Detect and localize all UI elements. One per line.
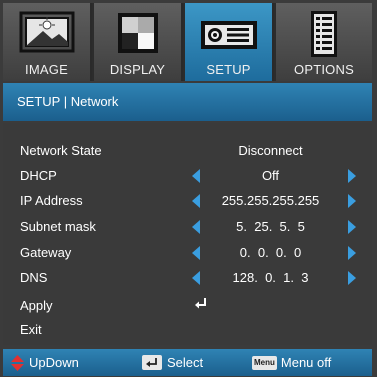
- arrow-right-icon[interactable]: [348, 194, 356, 208]
- apply-label: Apply: [20, 298, 53, 313]
- updown-icon: [11, 354, 24, 371]
- breadcrumb: SETUP | Network: [3, 83, 372, 121]
- select-label: Select: [167, 355, 204, 370]
- projector-icon: [200, 21, 257, 49]
- ip-address-row[interactable]: IP Address 255.255.255.255: [3, 190, 372, 212]
- gateway-row[interactable]: Gateway 0. 0. 0. 0: [3, 242, 372, 264]
- tab-display[interactable]: DISPLAY: [94, 3, 183, 81]
- tab-label: DISPLAY: [109, 62, 166, 77]
- network-state-label: Network State: [20, 143, 102, 158]
- arrow-left-icon[interactable]: [192, 194, 200, 208]
- settings-list: Network State Disconnect DHCP Off IP Add…: [3, 123, 372, 345]
- network-state-value: Disconnect: [238, 143, 303, 158]
- osd-menu: IMAGE DISPLAY SETUP OPTIONS SETUP | Netw…: [0, 0, 377, 377]
- enter-icon[interactable]: [194, 297, 208, 311]
- exit-row[interactable]: Exit: [3, 319, 372, 341]
- enter-key-icon: [142, 355, 162, 370]
- updown-hint: UpDown: [11, 349, 79, 376]
- display-icon: [117, 13, 158, 53]
- menu-key-icon: Menu: [252, 355, 277, 370]
- tab-bar: IMAGE DISPLAY SETUP OPTIONS: [3, 3, 372, 81]
- subnet-mask-row[interactable]: Subnet mask 5. 25. 5. 5: [3, 216, 372, 238]
- dhcp-value: Off: [261, 168, 280, 183]
- arrow-left-icon[interactable]: [192, 271, 200, 285]
- exit-label: Exit: [20, 322, 42, 337]
- arrow-right-icon[interactable]: [348, 220, 356, 234]
- tab-label: SETUP: [206, 62, 251, 77]
- apply-row[interactable]: Apply: [3, 295, 372, 317]
- ip-address-value: 255.255.255.255: [221, 193, 320, 208]
- dns-value: 128. 0. 1. 3: [232, 270, 309, 285]
- footer-hints: UpDown Select Menu Menu off: [3, 349, 372, 376]
- tab-setup[interactable]: SETUP: [185, 3, 274, 81]
- dhcp-row[interactable]: DHCP Off: [3, 165, 372, 187]
- arrow-left-icon[interactable]: [192, 220, 200, 234]
- dhcp-label: DHCP: [20, 168, 57, 183]
- updown-label: UpDown: [29, 355, 79, 370]
- menu-hint: Menu Menu off: [252, 349, 331, 376]
- subnet-mask-label: Subnet mask: [20, 219, 96, 234]
- arrow-left-icon[interactable]: [192, 246, 200, 260]
- ip-address-label: IP Address: [20, 193, 83, 208]
- dns-label: DNS: [20, 270, 48, 285]
- tab-label: IMAGE: [25, 62, 68, 77]
- arrow-right-icon[interactable]: [348, 271, 356, 285]
- gateway-label: Gateway: [20, 245, 72, 260]
- gateway-value: 0. 0. 0. 0: [239, 245, 302, 260]
- network-state-row: Network State Disconnect: [3, 140, 372, 162]
- menu-off-label: Menu off: [280, 355, 332, 370]
- subnet-mask-value: 5. 25. 5. 5: [236, 219, 305, 234]
- arrow-right-icon[interactable]: [348, 246, 356, 260]
- dns-row[interactable]: DNS 128. 0. 1. 3: [3, 267, 372, 289]
- tab-image[interactable]: IMAGE: [3, 3, 92, 81]
- arrow-right-icon[interactable]: [348, 169, 356, 183]
- arrow-left-icon[interactable]: [192, 169, 200, 183]
- tab-options[interactable]: OPTIONS: [276, 3, 372, 81]
- select-hint: Select: [142, 349, 203, 376]
- image-icon: [19, 11, 74, 53]
- options-icon: [311, 11, 337, 57]
- tab-label: OPTIONS: [294, 62, 354, 77]
